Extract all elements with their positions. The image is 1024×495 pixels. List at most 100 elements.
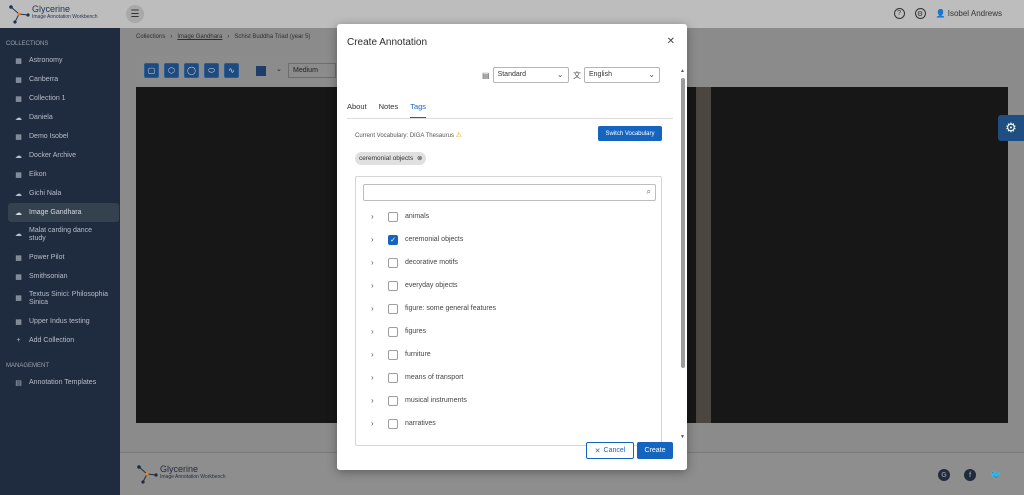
tree-item-furniture[interactable]: › furniture bbox=[356, 343, 661, 366]
dialog-scrollbar[interactable]: ▲ ▼ bbox=[680, 68, 685, 440]
breadcrumb-collections[interactable]: Collections bbox=[136, 34, 165, 40]
chevron-down-icon: ⌄ bbox=[648, 70, 655, 79]
tree-item-ceremonial-objects[interactable]: › ✓ ceremonial objects bbox=[356, 228, 661, 251]
tab-notes[interactable]: Notes bbox=[379, 102, 399, 118]
scroll-down-icon[interactable]: ▼ bbox=[680, 434, 685, 440]
chevron-right-icon[interactable]: › bbox=[371, 235, 381, 244]
menu-toggle-button[interactable]: ☰ bbox=[126, 5, 144, 23]
chevron-down-icon[interactable]: ⌄ bbox=[276, 65, 282, 73]
checkbox[interactable] bbox=[388, 280, 398, 291]
sidebar-item-power-pilot[interactable]: ▦ Power Pilot bbox=[0, 248, 120, 267]
cancel-button[interactable]: ✕ Cancel bbox=[586, 442, 634, 459]
stroke-select[interactable]: Medium bbox=[288, 63, 336, 78]
language-select-group: 文 English ⌄ bbox=[573, 67, 660, 83]
checkbox[interactable] bbox=[388, 257, 398, 268]
github-icon[interactable]: G bbox=[938, 469, 950, 481]
language-select[interactable]: English ⌄ bbox=[584, 67, 660, 83]
sidebar-item-daniela[interactable]: ☁ Daniela bbox=[0, 108, 120, 127]
tree-item-figures[interactable]: › figures bbox=[356, 320, 661, 343]
checkbox[interactable] bbox=[388, 326, 398, 337]
sidebar-item-demo-isobel[interactable]: ▦ Demo Isobel bbox=[0, 127, 120, 146]
tag-search-input[interactable]: ⌕ bbox=[363, 184, 656, 201]
switch-vocabulary-button[interactable]: Switch Vocabulary bbox=[598, 126, 662, 141]
chevron-right-icon[interactable]: › bbox=[371, 419, 381, 428]
scroll-up-icon[interactable]: ▲ bbox=[680, 68, 685, 74]
sidebar-item-docker-archive[interactable]: ☁ Docker Archive bbox=[0, 146, 120, 165]
chevron-right-icon[interactable]: › bbox=[371, 350, 381, 359]
ellipse-tool-icon[interactable]: ⬭ bbox=[204, 63, 219, 78]
twitter-icon[interactable]: 🐦 bbox=[990, 469, 1002, 481]
remove-tag-icon[interactable]: ⊗ bbox=[417, 155, 422, 162]
tree-item-means-of-transport[interactable]: › means of transport bbox=[356, 366, 661, 389]
facebook-icon[interactable]: f bbox=[964, 469, 976, 481]
circle-tool-icon[interactable]: ◯ bbox=[184, 63, 199, 78]
tree-item-decorative-motifs[interactable]: › decorative motifs bbox=[356, 251, 661, 274]
gear-icon[interactable]: ⚙ bbox=[998, 115, 1024, 141]
sidebar-item-gichi-nala[interactable]: ☁ Gichi Nala bbox=[0, 184, 120, 203]
tree-item-animals[interactable]: › animals bbox=[356, 205, 661, 228]
tree-item-figure-general[interactable]: › figure: some general features bbox=[356, 297, 661, 320]
translate-icon: 文 bbox=[573, 70, 581, 80]
color-swatch[interactable] bbox=[256, 66, 266, 76]
plus-icon: + bbox=[16, 337, 21, 344]
sidebar-item-canberra[interactable]: ▦ Canberra bbox=[0, 70, 120, 89]
chip-label: ceremonial objects bbox=[359, 155, 414, 162]
grid-icon: ▦ bbox=[15, 57, 22, 65]
image-strip bbox=[696, 87, 711, 423]
sidebar-item-label: Canberra bbox=[29, 76, 59, 83]
checkbox[interactable] bbox=[388, 418, 398, 429]
template-icon: ▤ bbox=[15, 379, 22, 387]
checkbox[interactable] bbox=[388, 395, 398, 406]
sidebar-item-annotation-templates[interactable]: ▤ Annotation Templates bbox=[0, 373, 120, 392]
template-select[interactable]: Standard ⌄ bbox=[492, 67, 569, 83]
sidebar-item-smithsonian[interactable]: ▦ Smithsonian bbox=[0, 267, 120, 286]
tree-item-everyday-objects[interactable]: › everyday objects bbox=[356, 274, 661, 297]
sidebar-item-label: Annotation Templates bbox=[29, 379, 97, 386]
sidebar-item-malat-carding[interactable]: ☁ Malat carding dance study bbox=[0, 222, 120, 248]
sidebar-item-label: Textus Sinici: Philosophia Sinica bbox=[29, 291, 108, 306]
breadcrumb-separator-icon: › bbox=[170, 34, 173, 40]
template-icon: ▤ bbox=[482, 70, 490, 80]
chevron-right-icon[interactable]: › bbox=[371, 396, 381, 405]
gear-icon[interactable]: ⚙ bbox=[914, 8, 926, 19]
checkbox[interactable] bbox=[388, 211, 398, 222]
freehand-tool-icon[interactable]: ∿ bbox=[224, 63, 239, 78]
chevron-right-icon[interactable]: › bbox=[371, 327, 381, 336]
close-icon[interactable]: ✕ bbox=[667, 36, 675, 47]
sidebar-item-eikon[interactable]: ▦ Eikon bbox=[0, 165, 120, 184]
add-collection-label: Add Collection bbox=[29, 337, 75, 344]
sidebar-item-collection-1[interactable]: ▦ Collection 1 bbox=[0, 89, 120, 108]
sidebar-item-textus-sinici[interactable]: ▦ Textus Sinici: Philosophia Sinica bbox=[0, 286, 120, 312]
sidebar-item-astronomy[interactable]: ▦ Astronomy bbox=[0, 51, 120, 70]
create-button[interactable]: Create bbox=[637, 442, 673, 459]
chevron-right-icon[interactable]: › bbox=[371, 281, 381, 290]
chevron-right-icon[interactable]: › bbox=[371, 258, 381, 267]
sidebar-item-image-gandhara[interactable]: ☁ Image Gandhara bbox=[8, 203, 119, 222]
checkbox[interactable] bbox=[388, 303, 398, 314]
logo-icon bbox=[137, 465, 158, 484]
help-icon[interactable]: ? bbox=[893, 8, 905, 19]
user-menu[interactable]: 👤 Isobel Andrews bbox=[936, 9, 1002, 18]
tab-about[interactable]: About bbox=[347, 102, 367, 118]
tree-item-musical-instruments[interactable]: › musical instruments bbox=[356, 389, 661, 412]
checkbox[interactable] bbox=[388, 349, 398, 360]
chevron-right-icon[interactable]: › bbox=[371, 212, 381, 221]
tab-tags[interactable]: Tags bbox=[410, 102, 427, 118]
chevron-right-icon[interactable]: › bbox=[371, 373, 381, 382]
breadcrumb-collection[interactable]: Image Gandhara bbox=[177, 34, 222, 40]
grid-icon: ▦ bbox=[15, 171, 22, 179]
app-logo[interactable]: Glycerine Image Annotation Workbench bbox=[8, 3, 108, 25]
sidebar-item-upper-indus[interactable]: ▦ Upper Indus testing bbox=[0, 312, 120, 331]
rectangle-tool-icon[interactable]: ▢ bbox=[144, 63, 159, 78]
checkbox[interactable] bbox=[388, 372, 398, 383]
chevron-right-icon[interactable]: › bbox=[371, 304, 381, 313]
close-icon: ✕ bbox=[594, 447, 601, 455]
tree-item-narratives[interactable]: › narratives bbox=[356, 412, 661, 435]
user-icon: 👤 bbox=[935, 9, 946, 18]
checkbox-checked[interactable]: ✓ bbox=[388, 234, 398, 245]
add-collection-button[interactable]: + Add Collection bbox=[0, 331, 120, 350]
cloud-icon: ☁ bbox=[15, 231, 22, 238]
cloud-icon: ☁ bbox=[15, 190, 22, 198]
scroll-thumb[interactable] bbox=[681, 78, 685, 368]
polygon-tool-icon[interactable]: ⬡ bbox=[164, 63, 179, 78]
